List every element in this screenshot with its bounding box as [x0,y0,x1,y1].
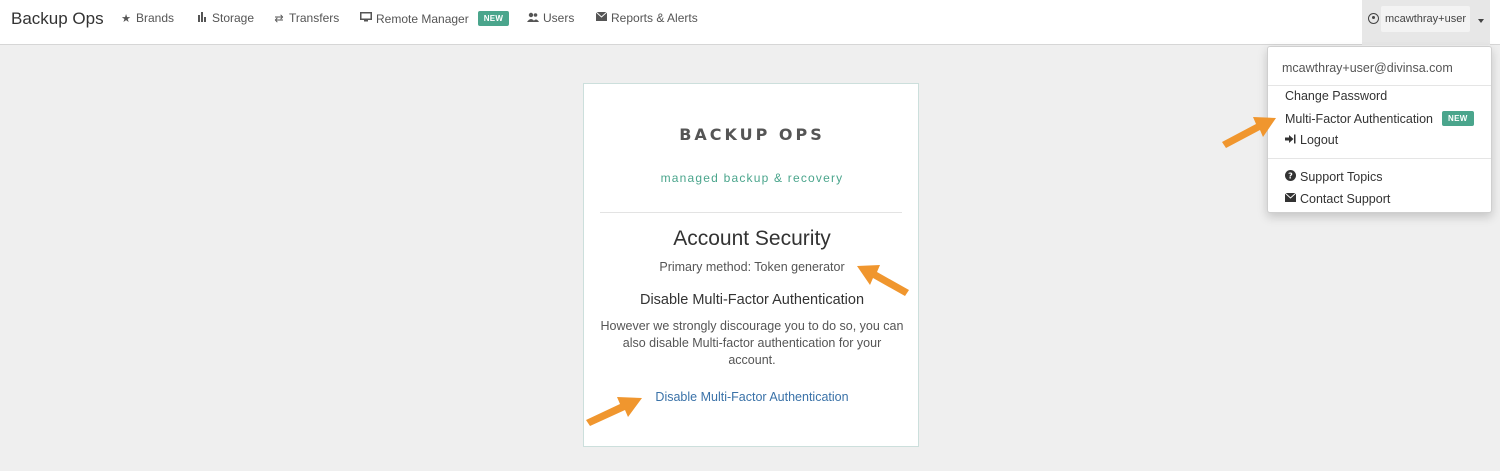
logout-icon [1285,134,1296,147]
dropdown-divider [1268,85,1491,86]
transfer-arrows-icon: ⇄ [274,12,284,25]
annotation-arrow-icon [1222,117,1276,148]
svg-text:?: ? [1288,172,1293,181]
caret-down-icon [1478,19,1484,23]
nav-reports-alerts[interactable]: Reports & Alerts [595,11,698,25]
nav-brands[interactable]: ★ Brands [120,11,174,25]
tagline: managed backup & recovery [660,171,844,185]
contact-support-label: Contact Support [1300,192,1391,206]
page-title: Account Security [673,227,831,250]
annotation-arrow-icon [857,265,909,296]
mfa-label: Multi-Factor Authentication [1285,111,1433,126]
user-dropdown-menu: mcawthray+user@divinsa.com Change Passwo… [1267,46,1492,213]
top-navbar: Backup Ops ★ Brands Storage ⇄ Transfers … [0,0,1500,45]
nav-users-label: Users [543,11,575,25]
new-badge: NEW [477,11,510,26]
envelope-icon [595,11,607,24]
change-password-label: Change Password [1285,89,1388,103]
nav-remote-manager[interactable]: Remote Manager NEW [360,11,510,26]
bar-chart-icon [196,11,208,25]
monitor-icon [360,12,372,25]
contact-support-item[interactable]: Contact Support [1284,192,1391,206]
user-email: mcawthray+user@divinsa.com [1282,61,1453,75]
card-divider [600,212,902,213]
nav-storage-label: Storage [212,11,255,25]
mfa-item[interactable]: Multi-Factor Authentication NEW [1285,111,1474,126]
change-password-item[interactable]: Change Password [1285,89,1387,103]
nav-transfers[interactable]: ⇄ Transfers [273,11,339,25]
nav-transfers-label: Transfers [289,11,340,25]
nav-reports-alerts-label: Reports & Alerts [611,11,698,25]
logout-label: Logout [1300,133,1339,147]
nav-users[interactable]: Users [527,11,574,25]
user-menu-toggle[interactable]: mcawthray+user [1362,0,1490,45]
user-circle-icon [1368,13,1379,24]
backup-ops-logo: BACKUP OPS [679,125,825,144]
annotation-arrow-icon [586,397,642,426]
new-badge: NEW [1442,111,1474,126]
disable-mfa-description: However we strongly discourage you to do… [600,319,904,367]
nav-storage[interactable]: Storage [196,11,254,25]
support-topics-label: Support Topics [1300,170,1383,184]
logout-item[interactable]: Logout [1285,133,1338,147]
nav-remote-manager-label: Remote Manager [376,11,469,26]
envelope-icon [1284,192,1297,205]
star-icon: ★ [121,12,131,25]
support-topics-item[interactable]: ? Support Topics [1285,170,1382,184]
users-icon [527,12,539,25]
user-name: mcawthray+user [1381,6,1471,32]
question-circle-icon: ? [1285,170,1296,184]
dropdown-divider [1268,158,1491,159]
nav-brands-label: Brands [136,11,175,25]
brand-name[interactable]: Backup Ops [11,9,104,29]
